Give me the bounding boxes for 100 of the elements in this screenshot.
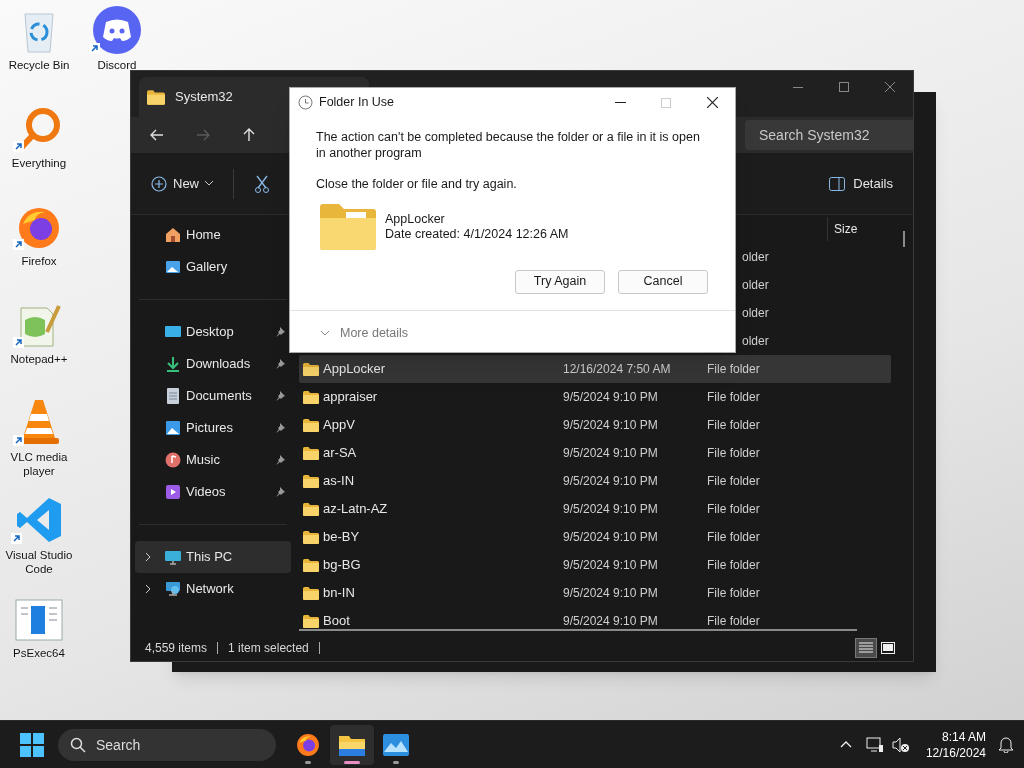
file-type: older — [742, 277, 769, 294]
document-icon — [166, 388, 180, 404]
sidebar-item[interactable]: Desktop — [135, 316, 291, 348]
chevron-up-icon — [839, 741, 852, 748]
file-name: AppLocker — [323, 360, 386, 379]
desktop-icon-label: Discord — [97, 58, 137, 72]
file-date: 12/16/2024 7:50 AM — [563, 361, 672, 378]
taskbar-search-field[interactable]: Search — [58, 728, 276, 761]
chevron-right-icon — [145, 552, 151, 562]
file-row[interactable]: ar-SA 9/5/2024 9:10 PM File folder — [299, 439, 891, 467]
dialog-message: The action can't be completed because the folder or a file in it is open in another program — [316, 129, 701, 161]
folder-icon — [303, 502, 319, 516]
file-date: 9/5/2024 9:10 PM — [563, 557, 659, 574]
file-date: 9/5/2024 9:10 PM — [563, 529, 659, 546]
firefox-icon — [17, 206, 61, 250]
panel-icon — [829, 176, 846, 191]
dialog-button[interactable]: Try Again — [515, 269, 605, 294]
sidebar-item[interactable]: Home — [135, 219, 291, 251]
folder-icon — [303, 530, 319, 544]
folder-icon — [320, 203, 376, 250]
file-name: bn-IN — [323, 584, 355, 603]
desktop-icon-label: Notepad++ — [10, 352, 68, 366]
file-name: az-Latn-AZ — [323, 500, 388, 519]
code-editor-icon — [15, 496, 63, 544]
file-row[interactable]: Boot 9/5/2024 9:10 PM File folder — [299, 607, 891, 635]
network-icon — [165, 581, 181, 597]
desktop-icon-label: VLC media player — [9, 450, 69, 478]
file-type: File folder — [707, 417, 761, 434]
minimize-icon — [793, 86, 803, 88]
file-row[interactable]: az-Latn-AZ 9/5/2024 9:10 PM File folder — [299, 495, 891, 523]
file-date: 9/5/2024 9:10 PM — [563, 473, 659, 490]
network-icon — [865, 736, 884, 753]
file-type: File folder — [707, 389, 761, 406]
file-row[interactable]: bg-BG 9/5/2024 9:10 PM File folder — [299, 551, 891, 579]
file-type: older — [742, 249, 769, 266]
photo-viewer-icon — [383, 733, 409, 756]
search-field[interactable]: Search System32 — [745, 120, 913, 150]
sidebar-item[interactable]: Downloads — [135, 348, 291, 380]
sidebar-item[interactable]: Pictures — [135, 412, 291, 444]
file-type: File folder — [707, 445, 761, 462]
shortcut-arrow-icon — [13, 337, 24, 348]
file-name: AppLocker — [385, 211, 446, 227]
sidebar-item[interactable]: Music — [135, 444, 291, 476]
running-indicator — [305, 760, 311, 764]
vertical-scrollbar — [903, 231, 905, 247]
shortcut-arrow-icon — [13, 435, 24, 446]
file-row[interactable]: appraiser 9/5/2024 9:10 PM File folder — [299, 383, 891, 411]
sidebar-item[interactable]: Videos — [135, 476, 291, 508]
file-row[interactable]: bn-IN 9/5/2024 9:10 PM File folder — [299, 579, 891, 607]
sidebar-item[interactable]: This PC — [135, 541, 291, 573]
folder-icon — [339, 733, 365, 756]
picture-icon — [165, 259, 181, 275]
item-count: 4,559 items — [145, 640, 208, 657]
pin-icon — [275, 487, 285, 497]
sidebar-item[interactable]: Documents — [135, 380, 291, 412]
house-icon — [165, 227, 181, 243]
folder-icon — [303, 474, 319, 488]
notepad-icon — [17, 302, 61, 348]
column-header[interactable]: Size — [828, 220, 858, 238]
file-type: File folder — [707, 473, 761, 490]
details-button[interactable]: Details — [829, 173, 893, 194]
list-icon — [859, 642, 873, 654]
download-icon — [165, 356, 181, 372]
file-date: 9/5/2024 9:10 PM — [563, 445, 659, 462]
video-icon — [165, 484, 181, 500]
file-name: bg-BG — [323, 556, 361, 575]
file-name: ar-SA — [323, 444, 357, 463]
new-button[interactable]: New — [149, 167, 215, 200]
sidebar-item[interactable]: Network — [135, 573, 291, 605]
desktop-icon-label: Recycle Bin — [8, 58, 70, 72]
taskbar-app-button[interactable] — [330, 724, 374, 765]
dialog-button[interactable]: Cancel — [618, 269, 708, 294]
file-row[interactable]: be-BY 9/5/2024 9:10 PM File folder — [299, 523, 891, 551]
firefox-icon — [296, 732, 320, 757]
desktop-icon-label: Everything — [11, 156, 67, 170]
folder-icon — [147, 89, 165, 105]
chevron-right-icon — [145, 584, 151, 594]
file-type: File folder — [707, 501, 761, 518]
file-row[interactable]: AppLocker 12/16/2024 7:50 AM File folder — [299, 355, 891, 383]
file-row[interactable]: as-IN 9/5/2024 9:10 PM File folder — [299, 467, 891, 495]
clock-time: 8:14 AM — [941, 728, 986, 745]
chevron-down-icon — [320, 330, 330, 337]
pin-icon — [275, 391, 285, 401]
picture-icon — [165, 420, 181, 436]
more-details-button[interactable]: More details — [290, 323, 409, 343]
folder-icon — [303, 390, 319, 404]
folder-icon — [303, 586, 319, 600]
pin-icon — [275, 423, 285, 433]
shortcut-arrow-icon — [13, 239, 24, 250]
file-type: File folder — [707, 361, 761, 378]
sidebar-item[interactable]: Gallery — [135, 251, 291, 283]
caret-icon — [205, 181, 213, 186]
close-icon — [885, 82, 895, 92]
maximize-icon — [839, 82, 849, 92]
pin-icon — [275, 455, 285, 465]
clock-icon — [298, 95, 313, 110]
file-date: Date created: 4/1/2024 12:26 AM — [385, 226, 569, 242]
file-row[interactable]: AppV 9/5/2024 9:10 PM File folder — [299, 411, 891, 439]
music-icon — [165, 452, 181, 468]
cut-button[interactable] — [252, 173, 272, 194]
